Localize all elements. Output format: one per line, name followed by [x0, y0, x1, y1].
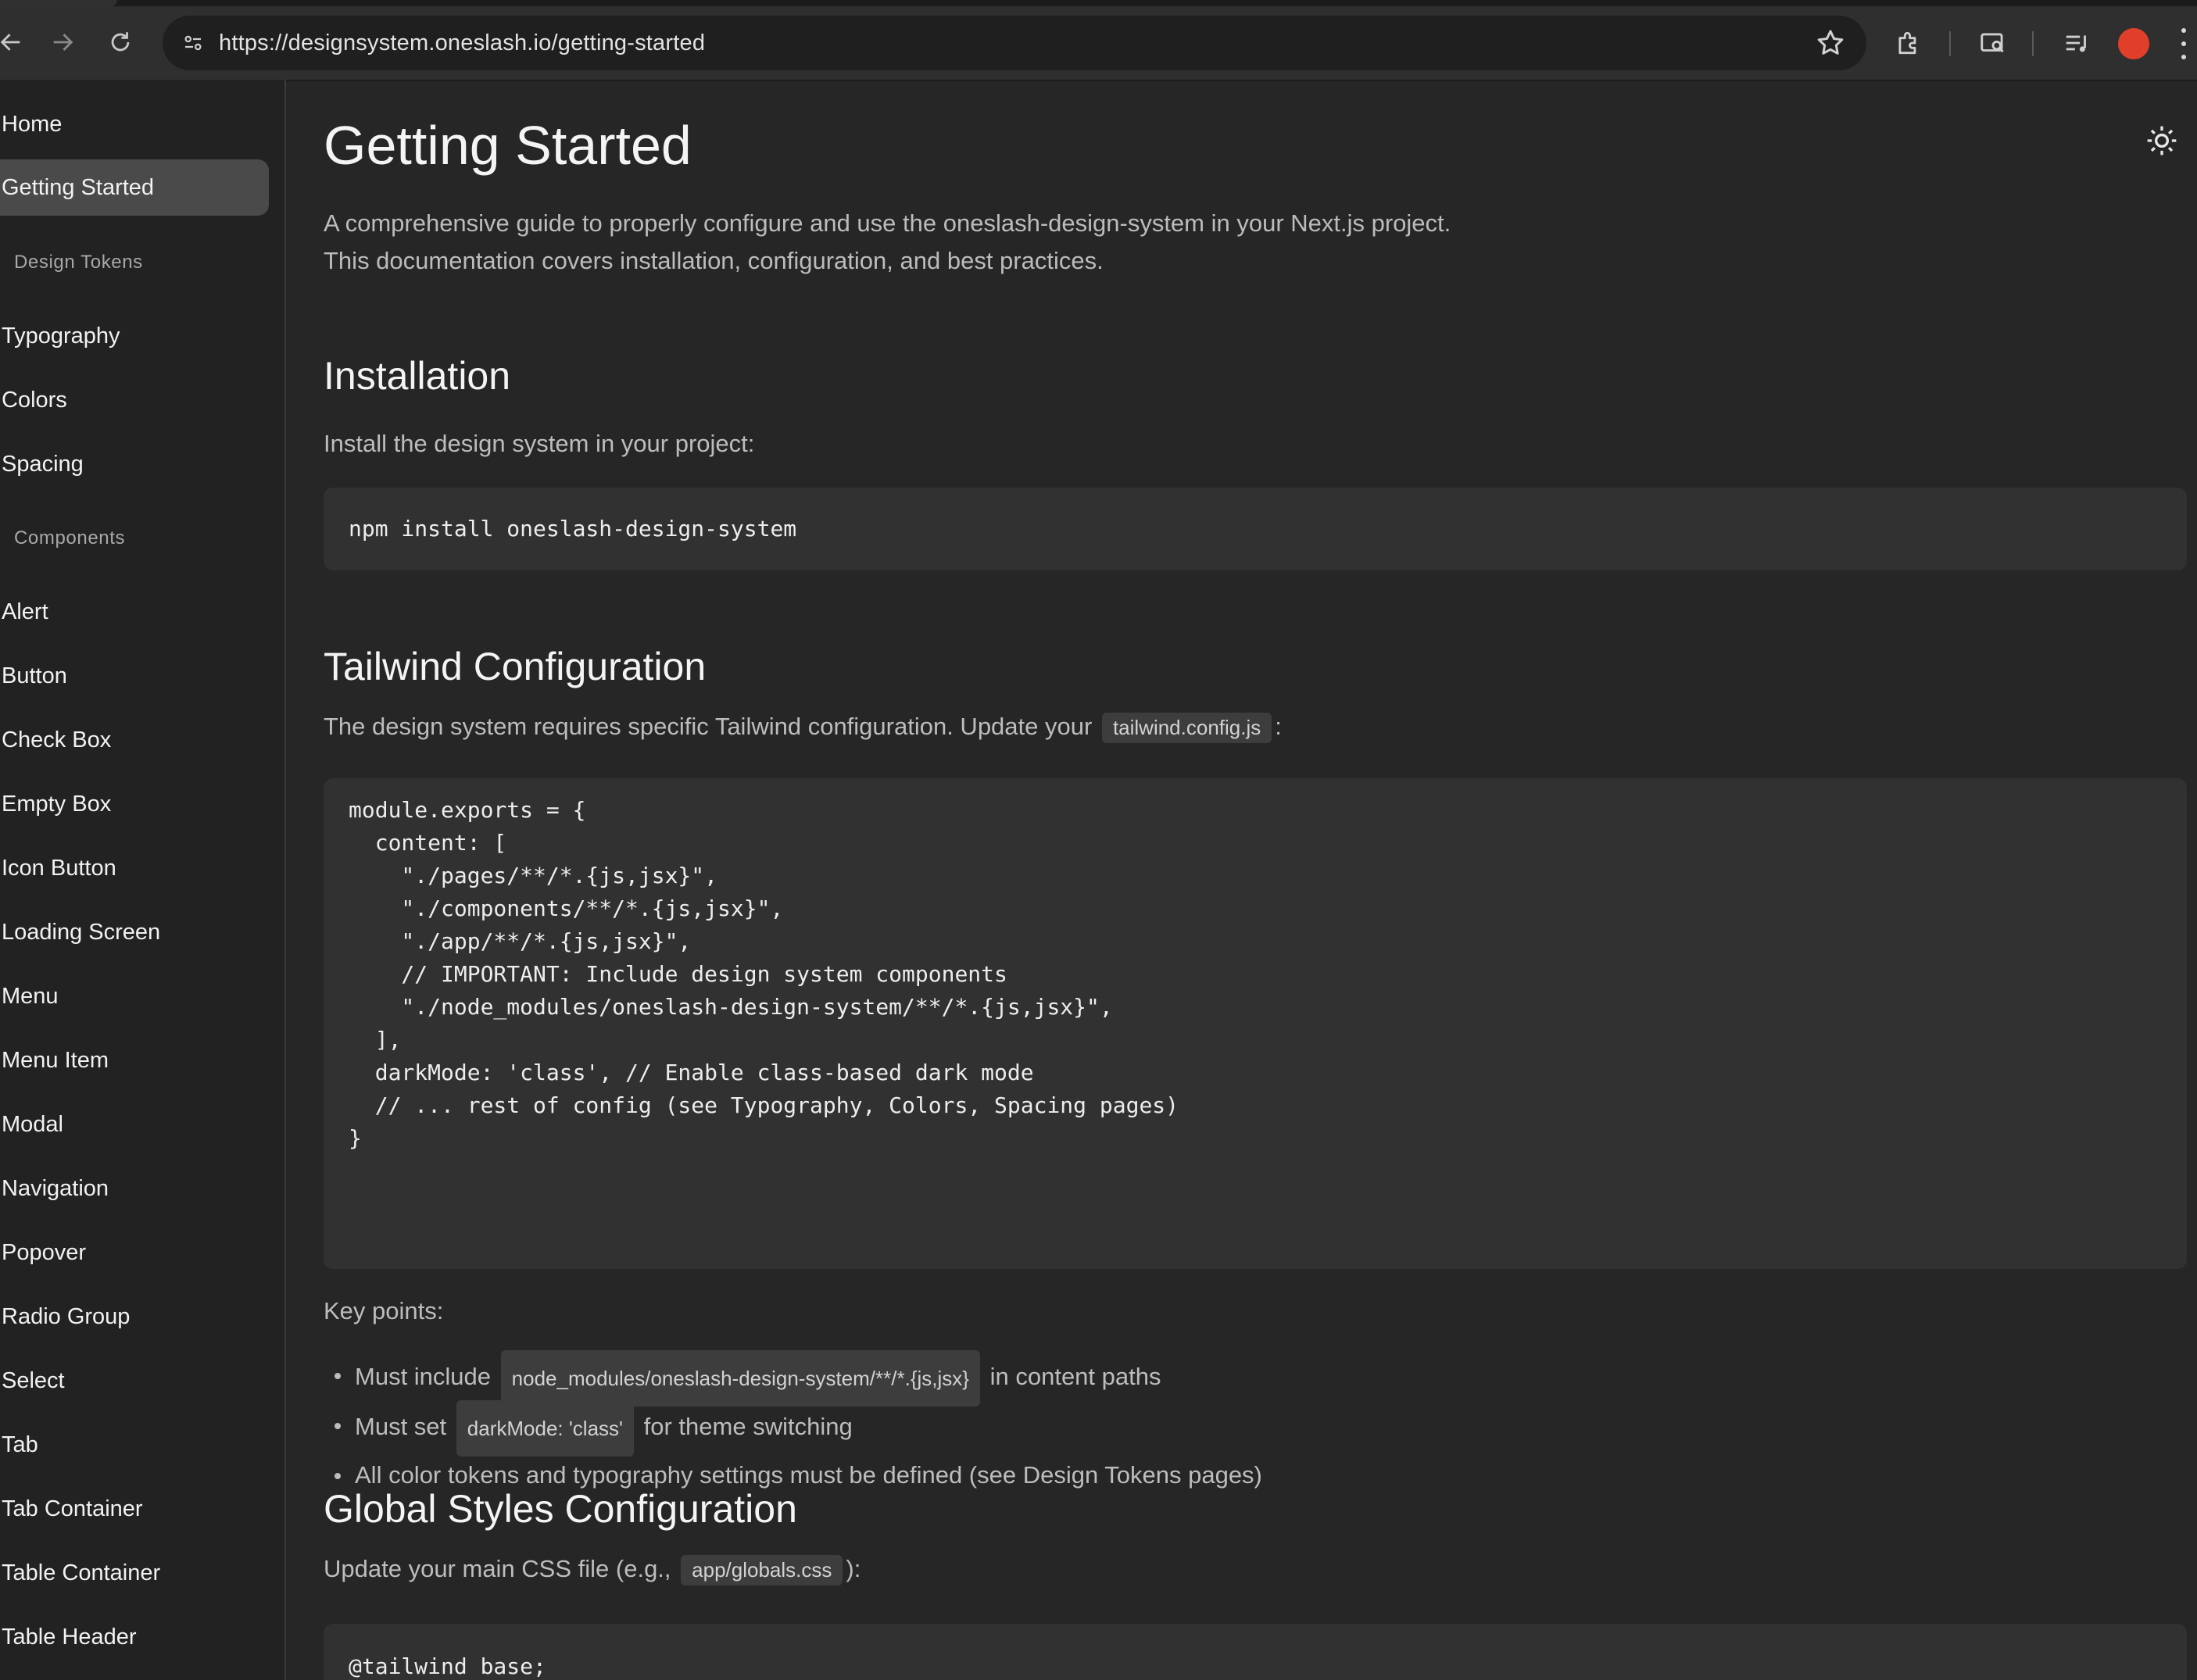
sidebar-item-spacing[interactable]: Spacing	[0, 436, 269, 492]
installation-text: Install the design system in your projec…	[324, 430, 755, 457]
sidebar-item-colors[interactable]: Colors	[0, 372, 269, 428]
key-point-text: Must include	[355, 1363, 492, 1391]
sidebar-item-menu-item[interactable]: Menu Item	[0, 1032, 269, 1088]
sidebar-item-popover[interactable]: Popover	[0, 1224, 269, 1281]
tailwind-code-block[interactable]: module.exports = { content: [ "./pages/*…	[324, 778, 2187, 1269]
sidebar-item-select[interactable]: Select	[0, 1353, 269, 1409]
global-styles-code-block[interactable]: @tailwind base;	[324, 1624, 2187, 1680]
tab-strip	[0, 0, 2197, 6]
sidebar-item-tab-container[interactable]: Tab Container	[0, 1481, 269, 1537]
toolbar-divider	[1949, 31, 1951, 56]
sidebar-section-design-tokens: Design Tokens	[14, 252, 143, 273]
install-code: npm install oneslash-design-system	[349, 516, 797, 542]
profile-avatar[interactable]	[2118, 28, 2149, 59]
key-point-code: node_modules/oneslash-design-system/**/*…	[500, 1350, 980, 1407]
key-points-list: Must include node_modules/oneslash-desig…	[324, 1350, 1262, 1500]
site-settings-icon[interactable]	[174, 23, 213, 63]
tailwind-text-after: :	[1275, 713, 1282, 740]
toolbar-divider	[2032, 31, 2034, 56]
install-code-block[interactable]: npm install oneslash-design-system	[324, 488, 2187, 570]
tab-search-icon[interactable]	[1976, 26, 2010, 60]
tailwind-text: The design system requires specific Tail…	[324, 713, 1282, 744]
main-content: Getting Started A comprehensive guide to…	[286, 80, 2197, 1680]
sidebar-section-components: Components	[14, 527, 126, 549]
page-title: Getting Started	[324, 115, 692, 176]
sidebar-item-loading-screen[interactable]: Loading Screen	[0, 904, 269, 960]
active-tab-edge[interactable]	[0, 0, 117, 6]
more-vert-icon[interactable]	[2177, 28, 2190, 59]
sidebar: Home Getting Started Design Tokens Typog…	[0, 80, 286, 1680]
sidebar-item-icon-button[interactable]: Icon Button	[0, 840, 269, 896]
list-item: Must include node_modules/oneslash-desig…	[324, 1350, 1262, 1407]
reload-icon[interactable]	[98, 20, 142, 64]
bookmark-star-icon[interactable]	[1815, 27, 1846, 59]
tailwind-heading: Tailwind Configuration	[324, 645, 707, 688]
url-text[interactable]: https://designsystem.oneslash.io/getting…	[219, 16, 705, 70]
sidebar-item-alert[interactable]: Alert	[0, 584, 269, 640]
global-styles-text: Update your main CSS file (e.g., app/glo…	[324, 1555, 861, 1586]
sidebar-item-button[interactable]: Button	[0, 648, 269, 704]
global-styles-text-before: Update your main CSS file (e.g.,	[324, 1555, 671, 1582]
browser-toolbar: https://designsystem.oneslash.io/getting…	[0, 6, 2197, 81]
key-point-code: darkMode: 'class'	[456, 1400, 635, 1457]
key-point-text: All color tokens and typography settings…	[355, 1461, 1262, 1489]
sidebar-item-radio-group[interactable]: Radio Group	[0, 1289, 269, 1345]
global-styles-heading: Global Styles Configuration	[324, 1487, 797, 1531]
forward-arrow-icon[interactable]	[41, 20, 84, 64]
sidebar-item-getting-started[interactable]: Getting Started	[0, 159, 269, 216]
sidebar-item-home[interactable]: Home	[0, 96, 269, 152]
sidebar-item-menu[interactable]: Menu	[0, 968, 269, 1024]
back-arrow-icon[interactable]	[0, 20, 33, 64]
sidebar-item-tab[interactable]: Tab	[0, 1417, 269, 1473]
list-item: Must set darkMode: 'class' for theme swi…	[324, 1400, 1262, 1457]
sidebar-item-typography[interactable]: Typography	[0, 308, 269, 364]
extensions-icon[interactable]	[1891, 26, 1926, 60]
installation-heading: Installation	[324, 354, 511, 398]
tailwind-text-before: The design system requires specific Tail…	[324, 713, 1093, 740]
sidebar-item-table-container[interactable]: Table Container	[0, 1545, 269, 1601]
tailwind-code: module.exports = { content: [ "./pages/*…	[349, 797, 1179, 1151]
key-point-text: for theme switching	[643, 1413, 853, 1441]
global-styles-text-after: ):	[846, 1555, 861, 1582]
media-control-icon[interactable]	[2060, 26, 2095, 60]
globals-css-code: app/globals.css	[681, 1555, 843, 1586]
sidebar-item-modal[interactable]: Modal	[0, 1096, 269, 1153]
key-points-label: Key points:	[324, 1297, 444, 1324]
sun-icon[interactable]	[2145, 123, 2179, 158]
key-point-text: Must set	[355, 1413, 447, 1441]
key-point-text: in content paths	[989, 1363, 1161, 1391]
sidebar-item-check-box[interactable]: Check Box	[0, 712, 269, 768]
page-lead: A comprehensive guide to properly config…	[324, 209, 1451, 274]
sidebar-item-empty-box[interactable]: Empty Box	[0, 776, 269, 832]
address-bar[interactable]: https://designsystem.oneslash.io/getting…	[163, 16, 1866, 70]
sidebar-item-table-header[interactable]: Table Header	[0, 1609, 269, 1665]
sidebar-item-navigation[interactable]: Navigation	[0, 1160, 269, 1217]
tailwind-config-code: tailwind.config.js	[1101, 713, 1272, 744]
global-styles-code: @tailwind base;	[349, 1653, 546, 1679]
